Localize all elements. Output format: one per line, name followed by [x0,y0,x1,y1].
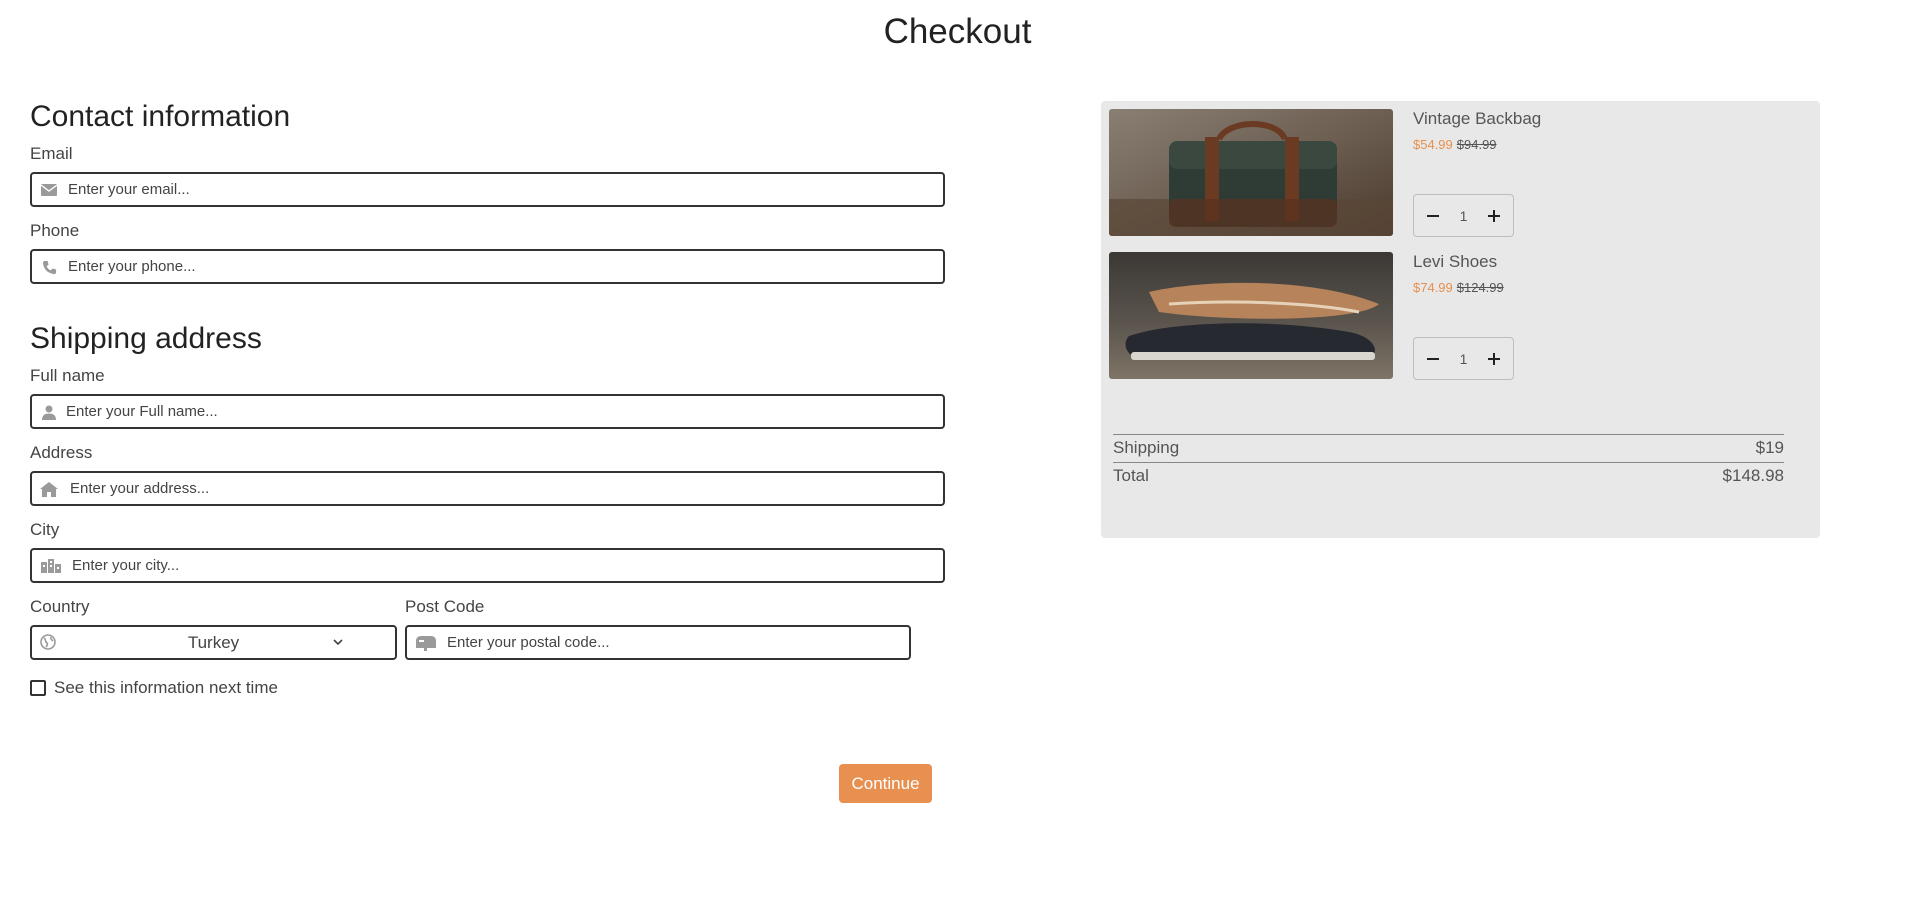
shipping-section-title: Shipping address [30,322,262,355]
city-field-wrapper [30,548,945,583]
user-icon [40,403,58,421]
home-icon [40,480,58,498]
cart-item-name: Levi Shoes [1413,252,1498,271]
cart-item-name: Vintage Backbag [1413,109,1542,128]
chevron-down-icon [331,635,345,649]
post-code-column: Post Code [405,597,911,660]
cart-item-sale-price: $74.99 [1413,280,1453,295]
full-name-field-wrapper [30,394,945,429]
checkout-form: Contact information Email Phone Shipping… [30,100,945,698]
order-summary-panel: Vintage Backbag $54.99 $94.99 1 Levi Sho… [1101,101,1820,538]
remember-label: See this information next time [54,678,278,697]
address-input[interactable] [70,473,937,504]
product-image-backpack [1109,109,1393,236]
envelope-icon [40,181,58,199]
quantity-value: 1 [1459,207,1468,224]
cart-item-original-price: $94.99 [1456,137,1497,152]
email-field-wrapper [30,172,945,207]
continue-button[interactable]: Continue [839,764,932,803]
minus-icon [1427,214,1439,217]
decrease-quantity-button[interactable] [1422,348,1444,370]
phone-input[interactable] [68,251,937,282]
post-code-field-wrapper [405,625,911,660]
post-code-label: Post Code [405,597,485,616]
remember-row: See this information next time [30,678,945,698]
cart-item-original-price: $124.99 [1456,280,1504,295]
cart-item: Levi Shoes $74.99 $124.99 1 [1109,252,1809,380]
city-icon [40,557,62,575]
contact-section-title: Contact information [30,100,291,133]
city-label: City [30,520,60,539]
phone-icon [40,258,58,276]
full-name-label: Full name [30,366,105,385]
product-image-shoes [1109,252,1393,379]
cart-item-sale-price: $54.99 [1413,137,1453,152]
address-field-wrapper [30,471,945,506]
phone-label: Phone [30,221,80,240]
email-label: Email [30,144,73,163]
mailbox-icon [415,634,437,652]
country-column: Country Turkey [30,597,397,660]
plus-icon [1487,352,1500,365]
increase-quantity-button[interactable] [1483,348,1505,370]
cart-item: Vintage Backbag $54.99 $94.99 1 [1109,109,1809,237]
remember-checkbox[interactable] [30,680,46,696]
shipping-row: Shipping $19 [1113,435,1784,462]
city-input[interactable] [72,550,937,581]
cart-item-price: $54.99 $94.99 [1413,137,1497,152]
email-input[interactable] [68,174,937,205]
shipping-label: Shipping [1113,438,1180,457]
quantity-stepper: 1 [1413,337,1514,380]
quantity-value: 1 [1459,350,1468,367]
increase-quantity-button[interactable] [1483,205,1505,227]
total-label: Total [1113,466,1149,485]
minus-icon [1427,357,1439,360]
post-code-input[interactable] [447,627,903,658]
decrease-quantity-button[interactable] [1422,205,1444,227]
country-label: Country [30,597,90,616]
full-name-input[interactable] [66,396,937,427]
total-row: Total $148.98 [1113,463,1784,490]
shipping-value: $19 [1755,438,1784,457]
page-title: Checkout [883,12,1032,51]
quantity-stepper: 1 [1413,194,1514,237]
order-totals: Shipping $19 Total $148.98 [1113,434,1784,490]
cart-item-price: $74.99 $124.99 [1413,280,1504,295]
phone-field-wrapper [30,249,945,284]
plus-icon [1487,209,1500,222]
address-label: Address [30,443,93,462]
country-select[interactable]: Turkey [30,625,397,660]
total-value: $148.98 [1722,466,1784,485]
